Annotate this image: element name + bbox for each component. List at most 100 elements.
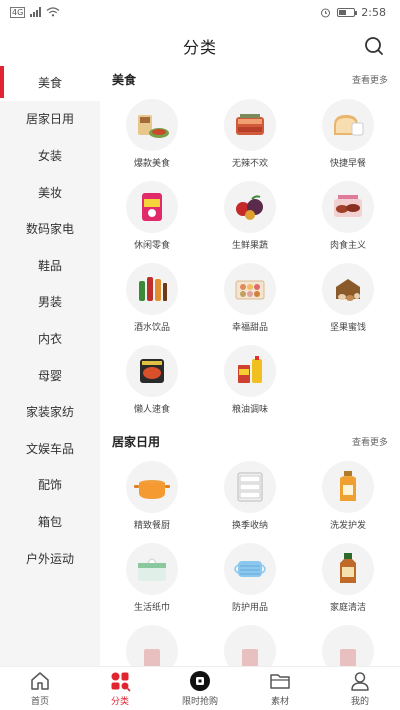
category-section: 居家日用 查看更多精致餐厨 换季收纳 洗发护发生活纸巾 防护用品 家庭清洁 bbox=[100, 426, 400, 666]
view-more-link[interactable]: 查看更多 bbox=[352, 73, 388, 86]
sidebar-item[interactable]: 文娱车品 bbox=[0, 430, 100, 467]
sidebar-item[interactable]: 内衣 bbox=[0, 320, 100, 357]
subcategory-item[interactable]: 坚果蜜饯 bbox=[299, 258, 397, 340]
tissue-icon bbox=[138, 558, 166, 581]
pot-icon bbox=[134, 480, 170, 499]
network-type: 4G bbox=[10, 6, 26, 18]
subcategory-label: 坚果蜜饯 bbox=[329, 323, 366, 333]
subcategory-label: 洗发护发 bbox=[329, 521, 366, 531]
tab-label: 素材 bbox=[270, 697, 289, 707]
subcategory-item[interactable]: 洗发护发 bbox=[299, 456, 397, 538]
subcategory-thumbnail bbox=[224, 99, 276, 151]
subcategory-item[interactable]: 懒人速食 bbox=[103, 340, 201, 422]
subcategory-item[interactable]: 生活纸巾 bbox=[103, 538, 201, 620]
subcategory-item[interactable]: 酒水饮品 bbox=[103, 258, 201, 340]
subcategory-item[interactable]: 无辣不欢 bbox=[201, 94, 299, 176]
sidebar-item-label: 男装 bbox=[37, 295, 62, 310]
sidebar-item[interactable]: 配饰 bbox=[0, 467, 100, 504]
sidebar-item[interactable]: 母婴 bbox=[0, 357, 100, 394]
face-mask-icon bbox=[234, 561, 266, 577]
partial-item-icon bbox=[144, 649, 160, 666]
sidebar-item[interactable]: 美食 bbox=[0, 64, 100, 101]
subcategory-item[interactable]: 家庭清洁 bbox=[299, 538, 397, 620]
profile-icon bbox=[349, 670, 371, 692]
sidebar-item[interactable]: 居家日用 bbox=[0, 101, 100, 138]
tab-label: 限时抢购 bbox=[181, 697, 218, 707]
tab-profile[interactable]: 我的 bbox=[320, 667, 400, 710]
section-title: 居家日用 bbox=[112, 434, 161, 449]
sidebar-item[interactable]: 户外运动 bbox=[0, 540, 100, 577]
subcategory-item[interactable] bbox=[201, 620, 299, 666]
view-more-link[interactable]: 查看更多 bbox=[352, 435, 388, 448]
sausage-icon bbox=[334, 195, 362, 217]
page-title: 分类 bbox=[182, 38, 217, 57]
home-icon bbox=[29, 670, 51, 692]
subcategory-thumbnail bbox=[126, 263, 178, 315]
sidebar-item[interactable]: 数码家电 bbox=[0, 210, 100, 247]
battery-icon bbox=[337, 7, 358, 17]
dessert-box-icon bbox=[235, 280, 265, 300]
status-bar: 4G 2:58 bbox=[0, 0, 400, 24]
subcategory-item[interactable]: 肉食主义 bbox=[299, 176, 397, 258]
subcategory-label: 休闲零食 bbox=[133, 241, 170, 251]
subcategory-label: 酒水饮品 bbox=[133, 323, 170, 333]
search-button[interactable] bbox=[362, 34, 386, 58]
sidebar-item[interactable]: 女装 bbox=[0, 137, 100, 174]
subcategory-thumbnail bbox=[126, 543, 178, 595]
subcategory-item[interactable]: 幸福甜品 bbox=[201, 258, 299, 340]
subcategory-label: 粮油调味 bbox=[231, 405, 268, 415]
sidebar-item[interactable]: 家装家纺 bbox=[0, 393, 100, 430]
section-header: 居家日用 查看更多 bbox=[100, 426, 400, 456]
tab-category[interactable]: 分类 bbox=[80, 667, 160, 710]
sidebar-item-label: 户外运动 bbox=[25, 551, 74, 566]
category-content: 美食 查看更多 爆款美食 无辣不欢 快捷早餐 休闲零食 生鲜果蔬 肉食主义 酒水饮品 幸福甜品 坚果… bbox=[100, 64, 400, 666]
sidebar-item-label: 美妆 bbox=[37, 185, 62, 200]
storage-drawer-icon bbox=[237, 472, 263, 502]
signal-icon bbox=[30, 7, 42, 17]
subcategory-label: 换季收纳 bbox=[231, 521, 268, 531]
subcategory-label: 肉食主义 bbox=[329, 241, 366, 251]
subcategory-item[interactable]: 快捷早餐 bbox=[299, 94, 397, 176]
sidebar-item[interactable]: 男装 bbox=[0, 284, 100, 321]
subcategory-item[interactable] bbox=[103, 620, 201, 666]
subcategory-grid: 精致餐厨 换季收纳 洗发护发生活纸巾 防护用品 家庭清洁 bbox=[100, 456, 400, 666]
subcategory-thumbnail bbox=[126, 99, 178, 151]
subcategory-item[interactable]: 精致餐厨 bbox=[103, 456, 201, 538]
subcategory-label: 生活纸巾 bbox=[133, 603, 170, 613]
tab-home[interactable]: 首页 bbox=[0, 667, 80, 710]
sidebar-item-label: 配饰 bbox=[37, 478, 62, 493]
sidebar-item[interactable]: 鞋品 bbox=[0, 247, 100, 284]
subcategory-item[interactable]: 休闲零食 bbox=[103, 176, 201, 258]
sidebar-item-label: 内衣 bbox=[37, 331, 62, 346]
sidebar-item[interactable]: 美妆 bbox=[0, 174, 100, 211]
subcategory-item[interactable]: 生鲜果蔬 bbox=[201, 176, 299, 258]
cooking-oil-icon bbox=[238, 356, 262, 383]
sidebar-item-label: 女装 bbox=[37, 148, 62, 163]
subcategory-thumbnail bbox=[322, 99, 374, 151]
snack-plate-icon bbox=[138, 115, 169, 138]
subcategory-thumbnail bbox=[224, 543, 276, 595]
subcategory-thumbnail bbox=[322, 181, 374, 233]
subcategory-thumbnail bbox=[224, 625, 276, 666]
subcategory-label: 精致餐厨 bbox=[133, 521, 170, 531]
subcategory-item[interactable]: 粮油调味 bbox=[201, 340, 299, 422]
category-section: 美食 查看更多 爆款美食 无辣不欢 快捷早餐 休闲零食 生鲜果蔬 肉食主义 酒水饮品 幸福甜品 坚果… bbox=[100, 64, 400, 422]
subcategory-item[interactable]: 防护用品 bbox=[201, 538, 299, 620]
subcategory-label: 生鲜果蔬 bbox=[231, 241, 268, 251]
sidebar-item-label: 家装家纺 bbox=[25, 405, 74, 420]
subcategory-item[interactable] bbox=[299, 620, 397, 666]
sidebar-item-label: 母婴 bbox=[37, 368, 62, 383]
subcategory-label: 防护用品 bbox=[231, 603, 268, 613]
subcategory-thumbnail bbox=[322, 461, 374, 513]
sidebar-item-label: 数码家电 bbox=[25, 222, 74, 237]
tab-folder[interactable]: 素材 bbox=[240, 667, 320, 710]
subcategory-item[interactable]: 换季收纳 bbox=[201, 456, 299, 538]
subcategory-thumbnail bbox=[126, 625, 178, 666]
spicy-meat-icon bbox=[236, 114, 264, 135]
tab-flash-sale[interactable]: 限时抢购 bbox=[160, 667, 240, 710]
subcategory-item[interactable]: 爆款美食 bbox=[103, 94, 201, 176]
subcategory-label: 家庭清洁 bbox=[329, 603, 366, 613]
sidebar-item-label: 居家日用 bbox=[25, 112, 74, 127]
sidebar-item[interactable]: 箱包 bbox=[0, 503, 100, 540]
bread-icon bbox=[334, 115, 364, 136]
